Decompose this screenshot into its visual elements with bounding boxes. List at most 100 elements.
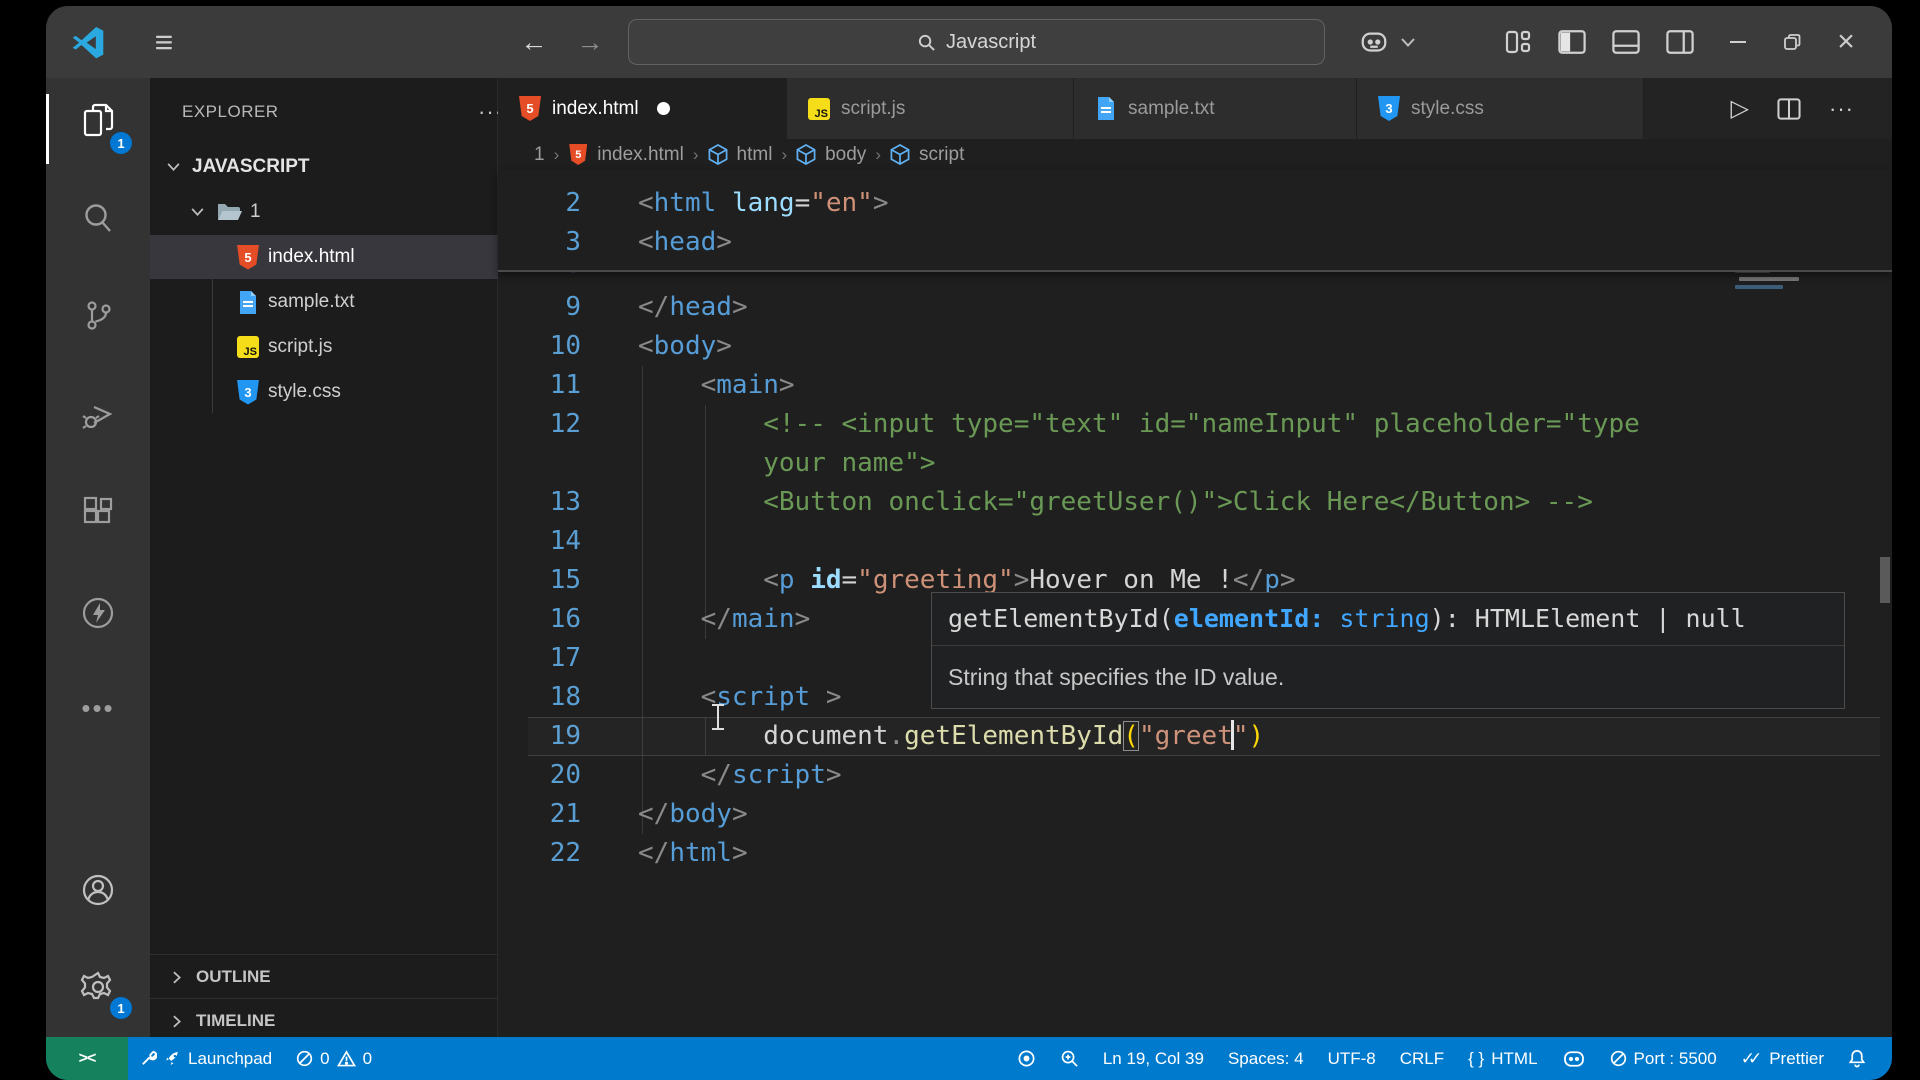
scrollbar-thumb[interactable] <box>1880 557 1890 603</box>
close-button[interactable]: × <box>1826 6 1866 78</box>
code-token: <!-- <input type="text" id="nameInput" p… <box>763 409 1640 439</box>
minimize-button[interactable] <box>1718 6 1758 78</box>
code-line[interactable]: 22</html> <box>498 834 1892 873</box>
launchpad-item[interactable]: Launchpad <box>128 1037 284 1080</box>
code-token <box>638 721 763 751</box>
html-file-icon: 5 <box>568 144 588 166</box>
breadcrumb-folder[interactable]: 1 <box>534 144 545 166</box>
code-line[interactable]: 11 <main> <box>498 366 1892 405</box>
breadcrumb-file[interactable]: index.html <box>597 144 684 166</box>
account-icon[interactable] <box>46 860 150 920</box>
more-actions-icon[interactable]: ··· <box>1829 96 1854 122</box>
breadcrumb-symbol[interactable]: html <box>737 144 773 166</box>
remote-indicator[interactable]: >< <box>46 1037 128 1080</box>
run-debug-icon[interactable] <box>46 385 150 445</box>
eol-sequence[interactable]: CRLF <box>1388 1037 1456 1080</box>
outline-section[interactable]: OUTLINE <box>150 954 513 999</box>
zoom-in-icon[interactable] <box>1048 1037 1091 1080</box>
text-file-icon <box>1094 96 1118 122</box>
tab-sample-txt[interactable]: sample.txt <box>1074 78 1357 139</box>
code-token: . <box>888 721 904 751</box>
problems-item[interactable]: 0 0 <box>284 1037 384 1080</box>
nav-forward-icon[interactable]: → <box>568 6 612 78</box>
toggle-secondary-sidebar-icon[interactable] <box>1660 6 1700 78</box>
settings-badge: 1 <box>110 997 132 1019</box>
vscode-logo-icon <box>68 6 108 78</box>
code-line[interactable]: 20 </script> <box>498 756 1892 795</box>
notifications-bell-icon[interactable] <box>1836 1037 1878 1080</box>
code-token: > <box>795 604 811 634</box>
run-button-icon[interactable]: ▷ <box>1731 94 1749 123</box>
toggle-panel-icon[interactable] <box>1606 6 1646 78</box>
workspace-section[interactable]: JAVASCRIPT <box>150 145 509 189</box>
split-editor-icon[interactable] <box>1777 98 1801 120</box>
toggle-primary-sidebar-icon[interactable] <box>1552 6 1592 78</box>
editor-actions: ▷ ··· <box>1731 78 1892 139</box>
signature-token: ): HTMLElement | null <box>1430 604 1746 633</box>
css-file-icon: 3 <box>236 379 260 405</box>
code-token: main <box>732 604 795 634</box>
breadcrumb[interactable]: 1 › 5 index.html › html › body › script <box>498 139 1892 170</box>
settings-gear-icon[interactable]: 1 <box>46 957 150 1017</box>
line-number: 16 <box>498 600 581 639</box>
title-bar: ≡ ← → Javascript × <box>46 6 1892 78</box>
source-control-icon[interactable] <box>46 285 150 345</box>
modified-dot-icon[interactable] <box>657 102 670 115</box>
search-view-icon[interactable] <box>46 188 150 248</box>
code-editor[interactable]: 9</head>10<body>11 <main>12 <!-- <input … <box>498 288 1892 873</box>
text-cursor <box>1231 720 1234 750</box>
code-line[interactable]: 13 <Button onclick="greetUser()">Click H… <box>498 483 1892 522</box>
search-value: Javascript <box>946 31 1036 54</box>
file-label: sample.txt <box>268 291 355 313</box>
explorer-badge: 1 <box>110 132 132 154</box>
copilot-status-icon[interactable] <box>1550 1037 1598 1080</box>
hover-signature: getElementById(elementId: string): HTMLE… <box>932 593 1844 646</box>
tab-script-js[interactable]: JS script.js <box>787 78 1074 139</box>
eol-label: CRLF <box>1400 1049 1444 1069</box>
code-token: p <box>779 565 795 595</box>
tab-index-html[interactable]: 5 index.html <box>498 78 787 139</box>
command-center-search[interactable]: Javascript <box>628 19 1325 65</box>
code-line[interactable]: 19 document.getElementById("greet") <box>498 717 1892 756</box>
more-views-icon[interactable]: ••• <box>46 678 150 738</box>
extensions-icon[interactable] <box>46 483 150 543</box>
copilot-chevron-down-icon[interactable] <box>1394 6 1422 78</box>
nav-back-icon[interactable]: ← <box>512 6 556 78</box>
breadcrumb-symbol[interactable]: body <box>825 144 866 166</box>
code-token: > <box>716 331 732 361</box>
language-mode[interactable]: { } HTML <box>1456 1037 1549 1080</box>
code-line[interactable]: 2<html lang="en"> <box>498 184 1892 223</box>
restore-button[interactable] <box>1772 6 1812 78</box>
menu-hamburger-icon[interactable]: ≡ <box>142 6 186 78</box>
timeline-label: TIMELINE <box>196 1011 275 1031</box>
code-token: p <box>1264 565 1280 595</box>
indentation[interactable]: Spaces: 4 <box>1216 1037 1316 1080</box>
customize-layout-icon[interactable] <box>1498 6 1538 78</box>
code-line[interactable]: 10<body> <box>498 327 1892 366</box>
prettier-item[interactable]: ✓✓ Prettier <box>1729 1037 1836 1080</box>
live-server-port[interactable]: Port : 5500 <box>1598 1037 1729 1080</box>
code-token <box>810 682 826 712</box>
code-line[interactable]: 3<head> <box>498 223 1892 262</box>
breadcrumb-symbol[interactable]: script <box>919 144 964 166</box>
cursor-position[interactable]: Ln 19, Col 39 <box>1091 1037 1216 1080</box>
code-line[interactable]: 14 <box>498 522 1892 561</box>
tab-style-css[interactable]: 3 style.css <box>1357 78 1644 139</box>
code-token: head <box>669 292 732 322</box>
check-all-icon: ✓✓ <box>1741 1049 1763 1069</box>
line-number: 2 <box>498 184 581 223</box>
code-token: </ <box>701 604 732 634</box>
code-line[interactable]: 9</head> <box>498 288 1892 327</box>
encoding[interactable]: UTF-8 <box>1316 1037 1388 1080</box>
live-server-icon[interactable] <box>46 583 150 643</box>
code-line[interactable]: 21</body> <box>498 795 1892 834</box>
code-text: <Button onclick="greetUser()">Click Here… <box>638 483 1593 522</box>
explorer-icon[interactable]: 1 <box>46 90 150 150</box>
screencast-target-icon[interactable] <box>1005 1037 1048 1080</box>
code-text: </script> <box>638 756 842 795</box>
code-line[interactable]: 12 <!-- <input type="text" id="nameInput… <box>498 405 1892 444</box>
tools-icon <box>140 1050 157 1067</box>
folder-row[interactable]: 1 <box>150 190 533 234</box>
copilot-icon[interactable] <box>1354 6 1394 78</box>
code-line[interactable]: your name"> <box>498 444 1892 483</box>
